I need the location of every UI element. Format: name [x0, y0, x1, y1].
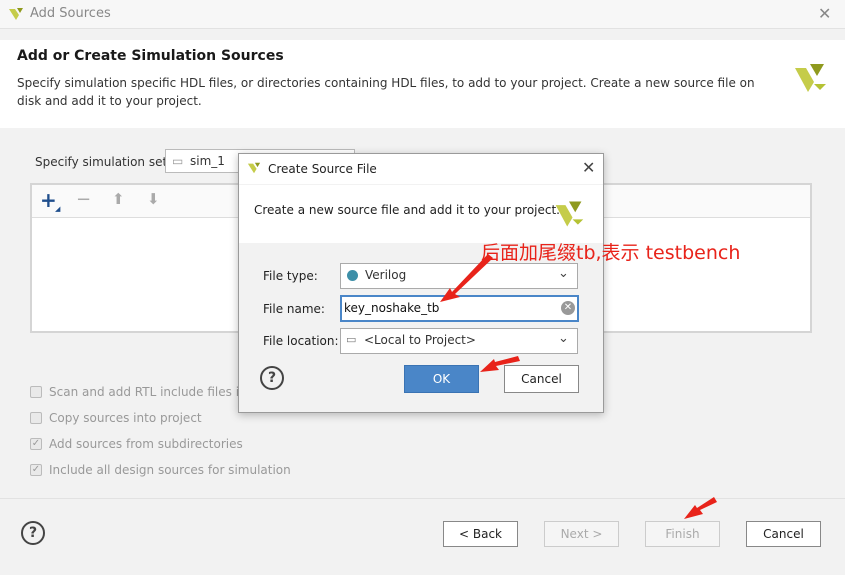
annotation-arrow-filename — [440, 254, 493, 302]
annotation-arrows — [440, 254, 717, 519]
annotation-arrow-finish — [684, 497, 717, 519]
annotation-arrow-ok — [480, 356, 520, 372]
